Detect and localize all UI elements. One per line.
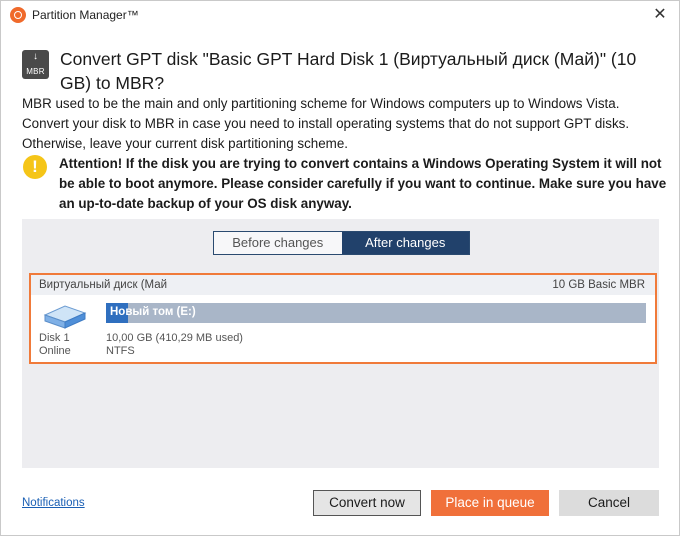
warning-text: Attention! If the disk you are trying to… bbox=[59, 156, 667, 211]
tab-before-changes[interactable]: Before changes bbox=[214, 232, 342, 254]
warning-icon: ! bbox=[23, 155, 47, 179]
preview-toggle: Before changes After changes bbox=[213, 231, 470, 255]
partition-bar[interactable]: Новый том (E:) bbox=[106, 303, 646, 323]
disk-summary: 10 GB Basic MBR bbox=[552, 279, 645, 291]
partition-info: 10,00 GB (410,29 MB used) bbox=[106, 332, 243, 344]
disk-header: Виртуальный диск (Май 10 GB Basic MBR bbox=[31, 275, 655, 295]
partition-name: Новый том (E:) bbox=[110, 306, 196, 318]
convert-now-button[interactable]: Convert now bbox=[313, 490, 421, 516]
mbr-icon: ↓ MBR bbox=[22, 50, 49, 79]
disk-status: Online bbox=[39, 345, 71, 357]
mbr-icon-label: MBR bbox=[26, 67, 45, 76]
close-button[interactable]: ✕ bbox=[649, 4, 671, 26]
notifications-link[interactable]: Notifications bbox=[22, 497, 85, 509]
preview-panel: Before changes After changes Виртуальный… bbox=[22, 219, 659, 468]
dialog-heading: Convert GPT disk "Basic GPT Hard Disk 1 … bbox=[60, 49, 637, 93]
disk-name: Виртуальный диск (Май bbox=[39, 279, 168, 291]
description-text: MBR used to be the main and only partiti… bbox=[22, 96, 630, 151]
cancel-button[interactable]: Cancel bbox=[559, 490, 659, 516]
title-bar: Partition Manager™ ✕ bbox=[1, 1, 679, 29]
place-in-queue-button[interactable]: Place in queue bbox=[431, 490, 549, 516]
disk-label: Disk 1 bbox=[39, 332, 70, 344]
app-logo-icon bbox=[10, 7, 26, 23]
partition-filesystem: NTFS bbox=[106, 345, 135, 357]
disk-card[interactable]: Виртуальный диск (Май 10 GB Basic MBR Di… bbox=[29, 273, 657, 364]
tab-after-changes[interactable]: After changes bbox=[341, 232, 469, 254]
hard-disk-icon bbox=[43, 305, 87, 329]
partition-manager-dialog: Partition Manager™ ✕ ↓ MBR Convert GPT d… bbox=[0, 0, 680, 536]
window-title: Partition Manager™ bbox=[32, 8, 139, 22]
download-arrow-icon: ↓ bbox=[33, 51, 38, 62]
